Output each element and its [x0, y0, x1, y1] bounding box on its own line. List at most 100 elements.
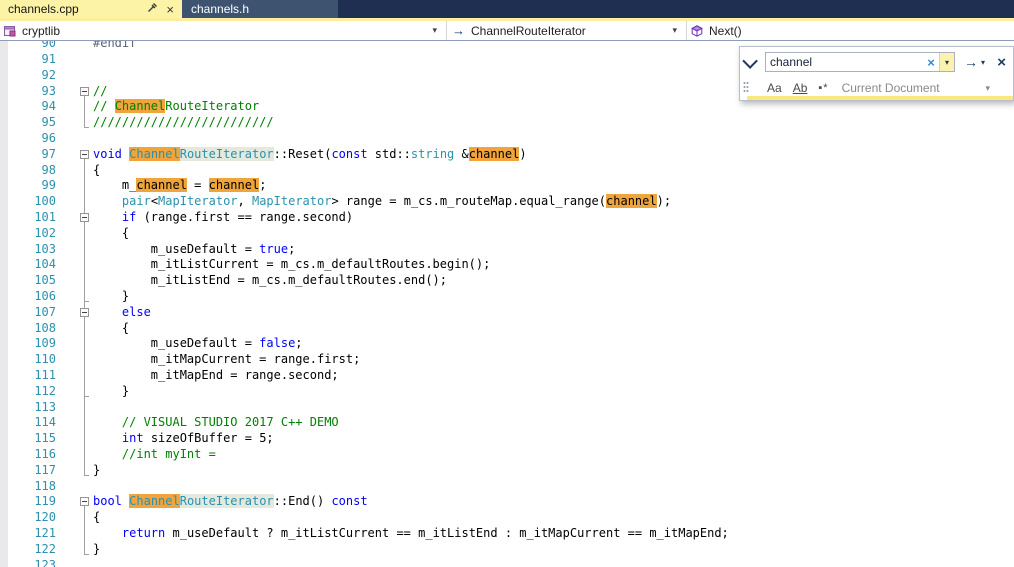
code-text[interactable]: } — [93, 384, 129, 400]
fold-margin-cell — [56, 99, 93, 116]
code-line[interactable]: 106 } — [0, 288, 1014, 305]
whole-word-button[interactable]: Ab — [793, 81, 808, 95]
code-text[interactable]: m_itListCurrent = m_cs.m_defaultRoutes.b… — [93, 257, 491, 273]
search-history-dropdown[interactable]: ▾ — [939, 53, 954, 71]
code-line[interactable]: 105 m_itListEnd = m_cs.m_defaultRoutes.e… — [0, 273, 1014, 289]
resize-grip[interactable] — [743, 81, 749, 93]
code-text[interactable]: int sizeOfBuffer = 5; — [93, 431, 274, 447]
code-line[interactable]: 118 — [0, 479, 1014, 495]
find-scope-bar — [747, 96, 1013, 100]
code-line[interactable]: 121 return m_useDefault ? m_itListCurren… — [0, 525, 1014, 542]
tab-channels-cpp[interactable]: channels.cpp × — [0, 0, 182, 18]
code-text[interactable]: //int myInt = — [93, 447, 216, 463]
fold-toggle[interactable] — [80, 212, 89, 222]
code-text[interactable]: m_channel = channel; — [93, 178, 266, 194]
code-line[interactable]: 115 int sizeOfBuffer = 5; — [0, 431, 1014, 447]
fold-toggle[interactable] — [80, 86, 89, 96]
clear-search-icon[interactable]: × — [923, 53, 939, 71]
code-text[interactable]: void ChannelRouteIterator::Reset(const s… — [93, 146, 527, 163]
code-text[interactable]: #endif — [93, 41, 136, 52]
code-line[interactable]: 98 { — [0, 162, 1014, 179]
code-line[interactable]: 97 void ChannelRouteIterator::Reset(const… — [0, 146, 1014, 163]
project-dropdown[interactable]: cryptlib ▾ — [0, 21, 447, 40]
code-line[interactable]: 117} — [0, 462, 1014, 479]
tab-label: channels.cpp — [8, 2, 79, 16]
code-line[interactable]: 111 m_itMapEnd = range.second; — [0, 367, 1014, 384]
code-line[interactable]: 122} — [0, 541, 1014, 558]
code-text[interactable]: } — [93, 542, 100, 558]
code-line[interactable]: 99 m_channel = channel; — [0, 178, 1014, 195]
code-text[interactable]: bool ChannelRouteIterator::End() const — [93, 494, 368, 510]
search-scope-dropdown[interactable]: Current Document — [842, 81, 940, 95]
code-text[interactable]: { — [93, 163, 100, 179]
tab-channels-h[interactable]: channels.h — [182, 0, 338, 18]
find-row-search: × ▾ → ▾ × — [740, 47, 1013, 73]
code-line[interactable]: 102 { — [0, 225, 1014, 242]
pin-icon[interactable] — [147, 2, 158, 16]
code-editor[interactable]: 90 #endif 91 92 93 // 94 // ChannelRouteIterato… — [0, 41, 1014, 567]
type-scope-dropdown[interactable]: → ChannelRouteIterator ▾ — [447, 21, 687, 40]
code-line[interactable]: 108 { — [0, 320, 1014, 337]
code-line[interactable]: 116 //int myInt = — [0, 446, 1014, 463]
code-text[interactable]: { — [93, 510, 100, 526]
document-tab-bar: channels.cpp × channels.h — [0, 0, 1014, 18]
code-text[interactable]: m_useDefault = true; — [93, 242, 296, 258]
code-line[interactable]: 104 m_itListCurrent = m_cs.m_defaultRout… — [0, 257, 1014, 274]
find-close-button[interactable]: × — [997, 55, 1006, 70]
code-text[interactable]: } — [93, 463, 100, 479]
code-line[interactable]: 107 else — [0, 304, 1014, 321]
code-text[interactable]: m_useDefault = false; — [93, 336, 303, 352]
code-line[interactable]: 112 } — [0, 383, 1014, 400]
code-text[interactable]: { — [93, 321, 129, 337]
code-line[interactable]: 103 m_useDefault = true; — [0, 241, 1014, 258]
match-case-button[interactable]: Aa — [767, 81, 782, 95]
fold-toggle[interactable] — [80, 497, 89, 507]
code-text[interactable]: else — [93, 305, 151, 321]
code-line[interactable]: 95 ///////////////////////// — [0, 115, 1014, 131]
code-text[interactable]: pair<MapIterator, MapIterator> range = m… — [93, 194, 671, 210]
close-icon[interactable]: × — [166, 3, 174, 16]
code-text[interactable]: m_itListEnd = m_cs.m_defaultRoutes.end()… — [93, 273, 447, 289]
code-line[interactable]: 113 — [0, 399, 1014, 416]
find-expander-chevron-icon[interactable] — [742, 52, 758, 69]
fold-margin-cell — [56, 273, 93, 289]
find-next-options-caret[interactable]: ▾ — [981, 58, 985, 67]
find-next-button[interactable]: → — [964, 55, 978, 69]
line-number: 98 — [41, 162, 56, 177]
code-line[interactable]: 101 if (range.first == range.second) — [0, 209, 1014, 226]
code-text[interactable]: return m_useDefault ? m_itListCurrent ==… — [93, 526, 729, 542]
code-line[interactable]: 110 m_itMapCurrent = range.first; — [0, 352, 1014, 368]
chevron-down-icon[interactable]: ▾ — [432, 25, 437, 36]
code-text[interactable]: m_itMapCurrent = range.first; — [93, 352, 361, 368]
line-number: 120 — [34, 510, 56, 525]
code-text[interactable]: } — [93, 289, 129, 305]
code-line[interactable]: 120 { — [0, 510, 1014, 526]
chevron-down-icon[interactable]: ▾ — [672, 25, 677, 36]
code-text[interactable]: if (range.first == range.second) — [93, 210, 353, 226]
code-text[interactable]: // VISUAL STUDIO 2017 C++ DEMO — [93, 415, 339, 431]
code-line[interactable]: 94 // ChannelRouteIterator — [0, 99, 1014, 116]
fold-toggle[interactable] — [80, 149, 89, 159]
find-row-options: Aa Ab ▪* Current Document ▾ — [740, 73, 1013, 97]
fold-toggle[interactable] — [80, 307, 89, 317]
type-scope-name: ChannelRouteIterator — [471, 23, 586, 38]
code-text[interactable]: // ChannelRouteIterator — [93, 99, 259, 115]
code-line[interactable]: 109 m_useDefault = false; — [0, 336, 1014, 353]
code-line[interactable]: 114 // VISUAL STUDIO 2017 C++ DEMO — [0, 415, 1014, 432]
fold-margin-cell — [56, 367, 93, 384]
code-text[interactable]: m_itMapEnd = range.second; — [93, 368, 339, 384]
find-input[interactable] — [766, 53, 923, 71]
code-text[interactable]: ///////////////////////// — [93, 115, 274, 131]
code-line[interactable]: 96 — [0, 131, 1014, 147]
code-text[interactable]: // — [93, 84, 107, 100]
code-line[interactable]: 123 — [0, 558, 1014, 567]
chevron-down-icon[interactable]: ▾ — [985, 83, 990, 94]
line-number: 97 — [41, 146, 56, 161]
member-dropdown[interactable]: Next() — [687, 21, 1014, 40]
code-text[interactable]: { — [93, 226, 129, 242]
fold-margin-cell — [56, 320, 93, 337]
regex-button[interactable]: ▪* — [818, 82, 828, 94]
fold-margin-cell — [56, 178, 93, 195]
code-line[interactable]: 119 bool ChannelRouteIterator::End() cons… — [0, 494, 1014, 511]
code-line[interactable]: 100 pair<MapIterator, MapIterator> range… — [0, 194, 1014, 210]
